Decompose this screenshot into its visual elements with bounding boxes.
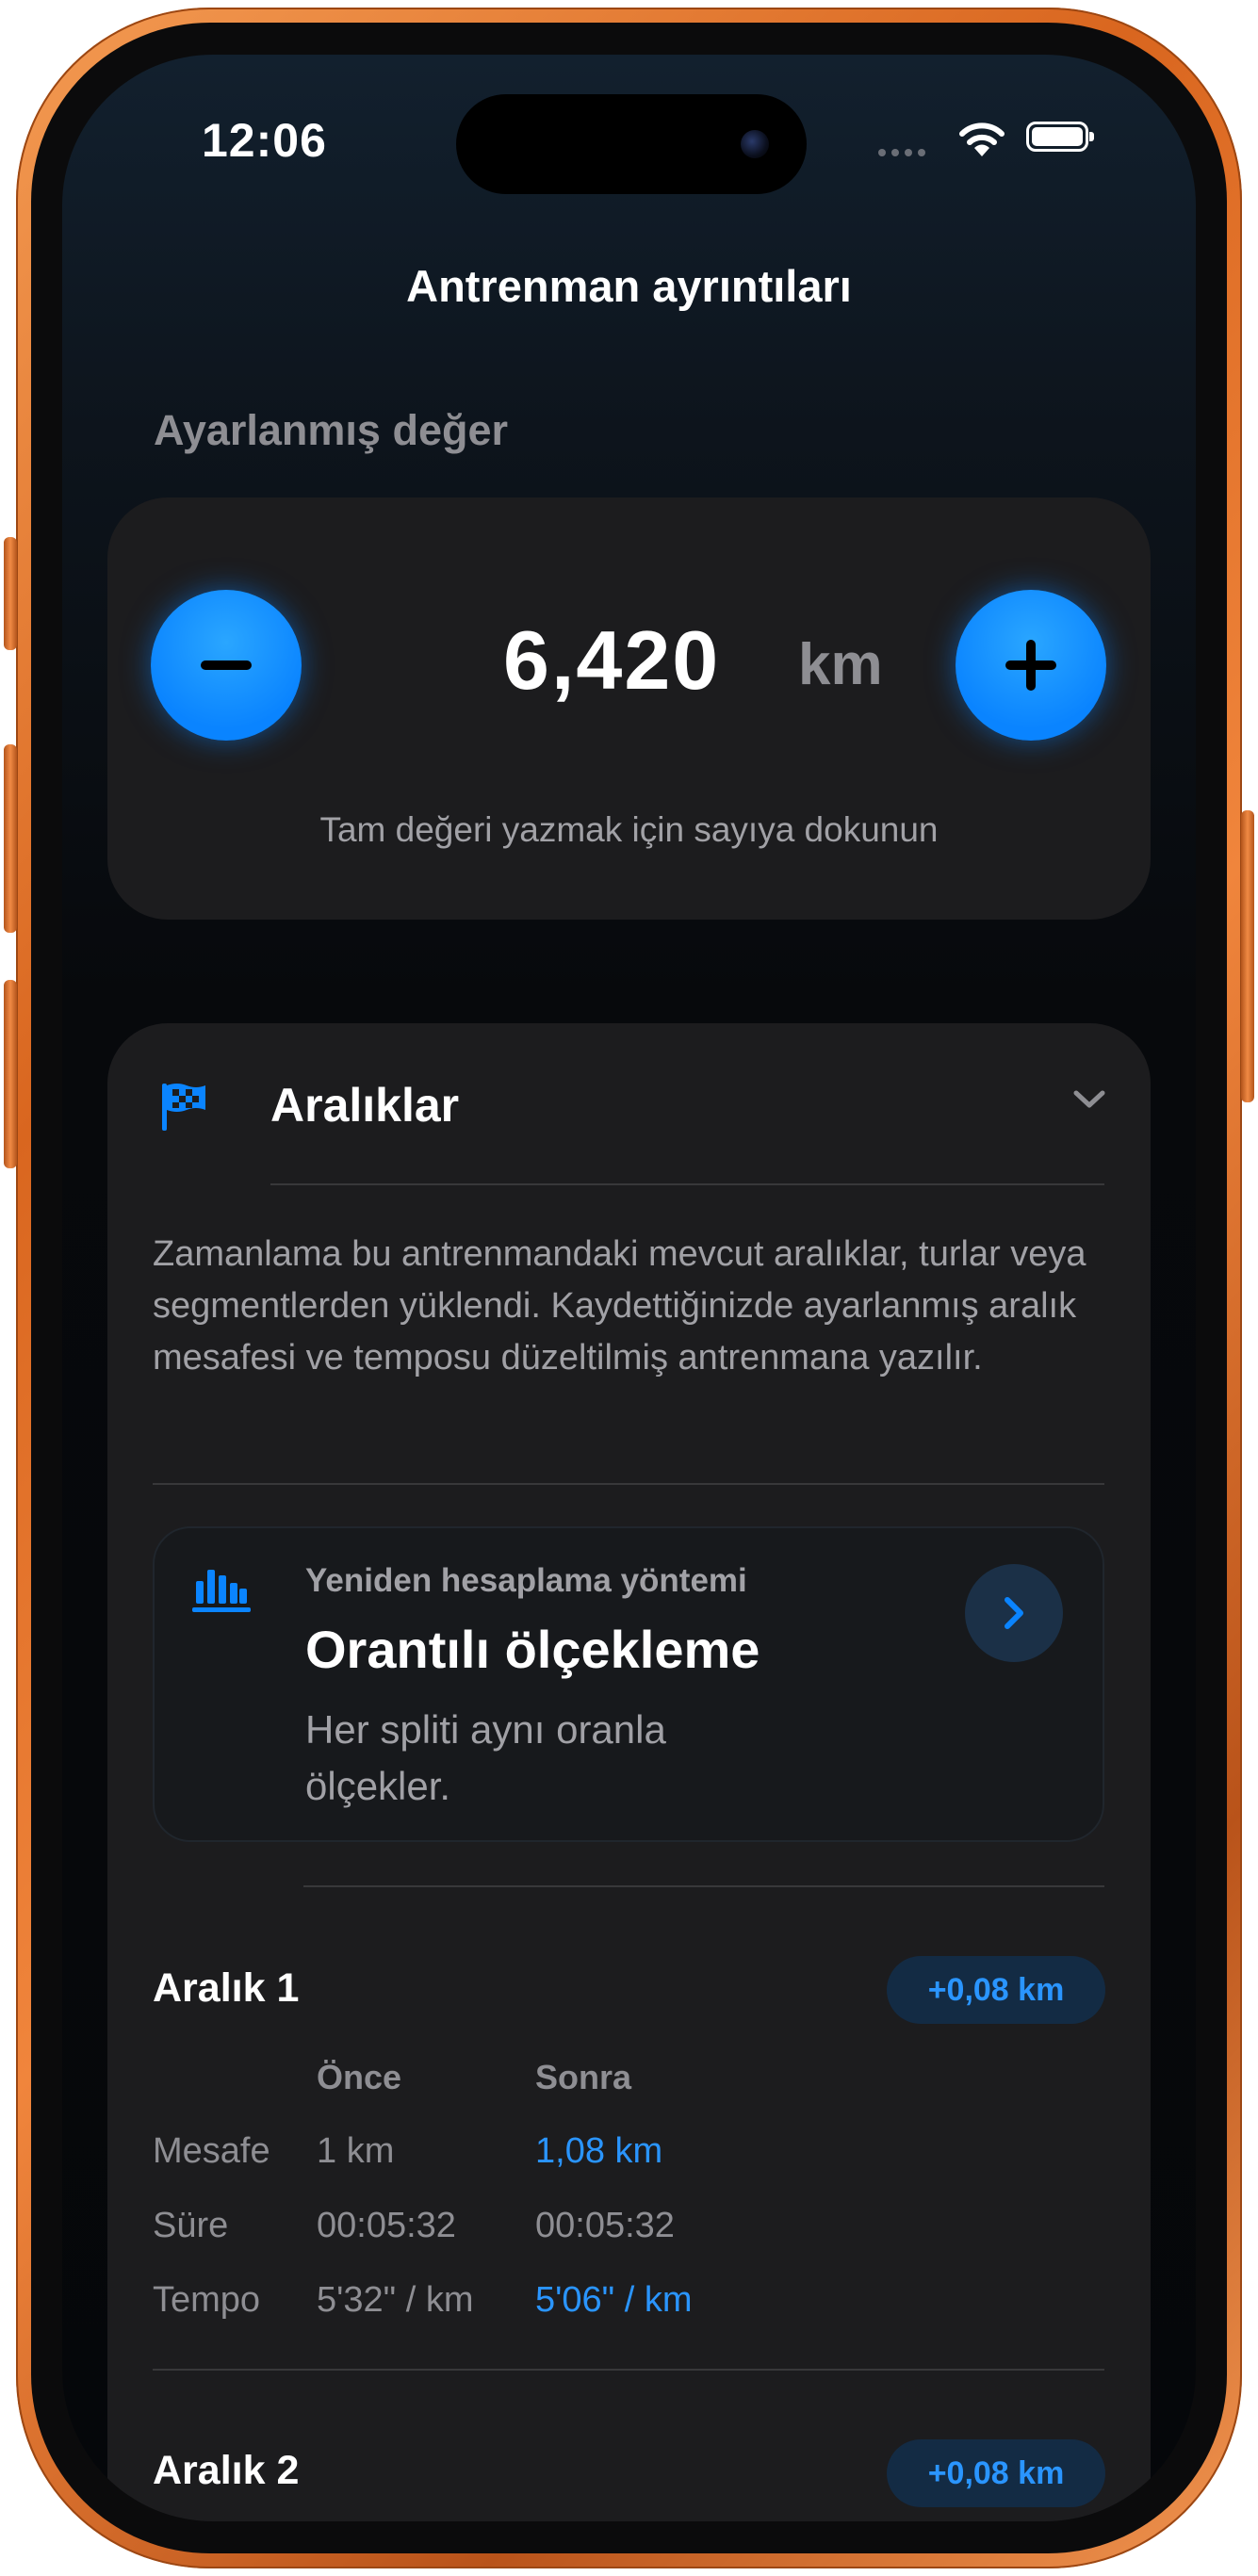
dynamic-island (456, 94, 807, 194)
battery-icon (1026, 122, 1094, 152)
intervals-card: Aralıklar Zamanlama bu antrenmandaki mev… (107, 1023, 1151, 2521)
checkered-flag-icon (162, 1084, 205, 1131)
duration-before: 00:05:32 (317, 2206, 456, 2245)
divider (270, 1183, 1104, 1185)
column-after-header: Sonra (535, 2058, 632, 2096)
volume-up-button (4, 744, 17, 933)
unit-label: km (798, 632, 883, 697)
cellular-signal-icon (878, 149, 925, 156)
divider (153, 2369, 1104, 2371)
distance-after: 1,08 km (535, 2131, 663, 2171)
method-label: Yeniden hesaplama yöntemi (305, 1562, 747, 1599)
duration-after: 00:05:32 (535, 2206, 675, 2245)
interval-title: Aralık 2 (153, 2448, 300, 2493)
screen: 12:06 Antrenman ayrıntıları Ayarlanmış d… (62, 55, 1196, 2521)
delta-badge: +0,08 km (887, 1956, 1105, 2024)
chevron-right-icon (1005, 1597, 1023, 1629)
intervals-title[interactable]: Aralıklar (270, 1078, 459, 1133)
adjusted-value[interactable]: 6,420 (503, 612, 720, 709)
decrement-button[interactable] (151, 590, 302, 741)
pace-after: 5'06" / km (535, 2280, 693, 2320)
adjusted-value-card: 6,420 km Tam değeri yazmak için sayıya d… (107, 497, 1151, 920)
minus-icon (201, 660, 252, 670)
method-description: Her spliti aynı oranla ölçekler. (305, 1707, 666, 1808)
chevron-down-icon[interactable] (1072, 1087, 1106, 1110)
method-select-button[interactable] (965, 1564, 1063, 1662)
front-camera (741, 130, 769, 158)
bar-chart-icon (192, 1570, 251, 1612)
column-before-header: Önce (317, 2058, 402, 2096)
method-title: Orantılı ölçekleme (305, 1620, 760, 1679)
tap-hint: Tam değeri yazmak için sayıya dokunun (319, 810, 939, 849)
side-button (1241, 810, 1254, 1102)
pace-before: 5'32" / km (317, 2280, 474, 2320)
wifi-icon (959, 122, 1005, 156)
divider (153, 1483, 1104, 1485)
intervals-description: Zamanlama bu antrenmandaki mevcut aralık… (153, 1234, 1086, 1378)
row-label-distance: Mesafe (153, 2131, 270, 2171)
recalculation-method-card[interactable]: Yeniden hesaplama yöntemi Orantılı ölçek… (153, 1526, 1104, 1842)
row-label-duration: Süre (153, 2206, 229, 2245)
increment-button[interactable] (956, 590, 1106, 741)
row-label-pace: Tempo (153, 2280, 261, 2320)
delta-badge: +0,08 km (887, 2439, 1105, 2507)
action-button (4, 537, 17, 650)
interval-title: Aralık 1 (153, 1965, 300, 2011)
distance-before: 1 km (317, 2131, 395, 2171)
status-time: 12:06 (202, 114, 327, 167)
divider (303, 1885, 1104, 1887)
adjusted-value-label: Ayarlanmış değer (154, 406, 508, 454)
page-title: Antrenman ayrıntıları (406, 261, 852, 311)
volume-down-button (4, 980, 17, 1168)
plus-icon (1005, 640, 1056, 691)
